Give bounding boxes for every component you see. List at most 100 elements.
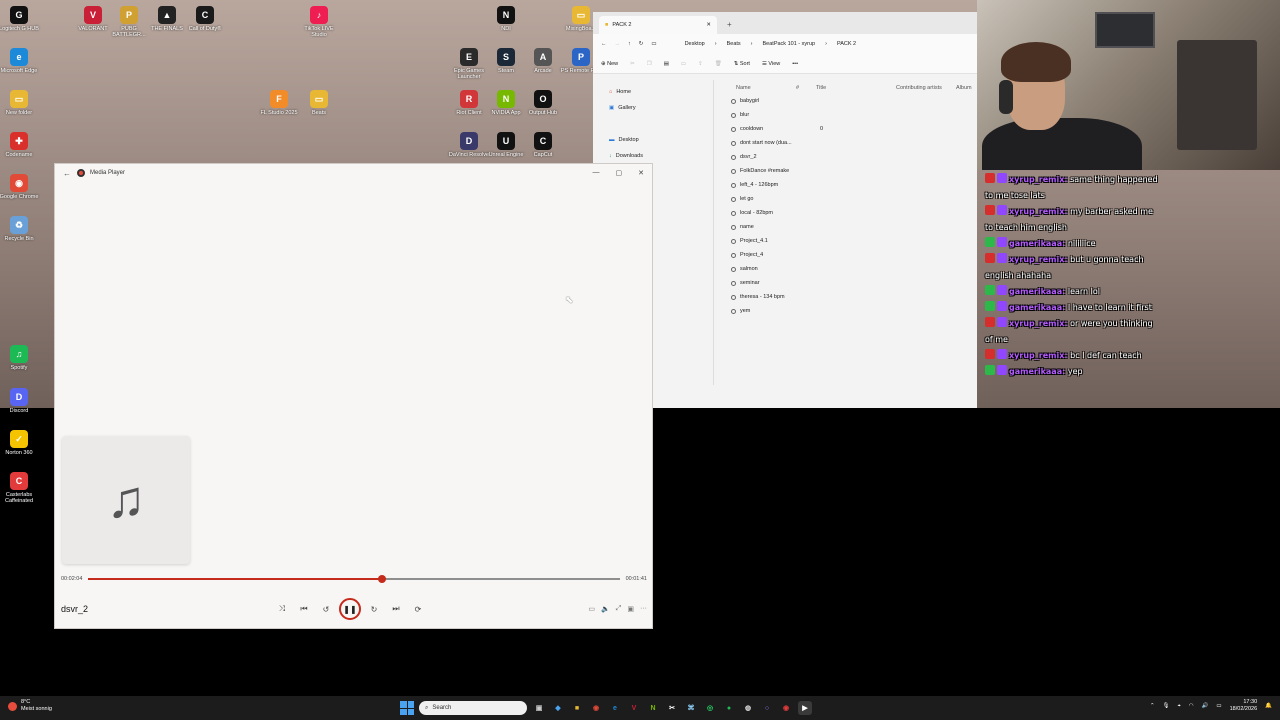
desktop-shortcut[interactable]: ▭ New folder [0,90,40,116]
next-icon[interactable]: ⏭ [385,604,407,614]
file-row[interactable]: seminar [726,276,976,290]
new-tab-button[interactable]: + [727,20,732,29]
file-row[interactable]: Project_4 [726,248,976,262]
share-icon[interactable]: ⇪ [698,61,703,67]
close-tab-icon[interactable]: ✕ [706,22,711,28]
file-row[interactable]: theresa - 134 bpm [726,290,976,304]
shuffle-icon[interactable]: ⤨ [271,604,293,614]
file-row[interactable]: name [726,220,976,234]
breadcrumb-item[interactable]: Beats [727,41,741,47]
desktop-shortcut[interactable]: P PUBG BATTLEGR... [108,6,150,38]
speaker-icon[interactable]: 🔊 [1202,703,1209,710]
paste-icon[interactable]: ▤ [664,61,669,67]
maximize-icon[interactable]: ▢ [616,169,623,177]
file-row[interactable]: local - 82bpm [726,206,976,220]
desktop-shortcut[interactable]: ▭ Beats [298,90,340,116]
nav-item-home[interactable]: ⌂ Home [601,84,711,100]
desktop-shortcut[interactable]: ♪ TikTok LIVE Studio [298,6,340,38]
desktop-shortcut[interactable]: D DaVinci Resolve [448,132,490,158]
copy-icon[interactable]: ❐ [647,61,652,67]
desktop-shortcut[interactable]: ▲ THE FINALS [146,6,188,32]
volume-icon[interactable]: 🔈 [601,605,610,613]
copilot-icon[interactable]: ◆ [551,701,565,715]
breadcrumb-item[interactable]: PACK 2 [837,41,856,47]
minimize-icon[interactable]: — [593,169,600,177]
clock[interactable]: 17:30 18/02/2026 [1230,699,1258,713]
fullscreen-icon[interactable]: ⤢ [616,605,622,613]
rewind-10-icon[interactable]: ↺ [315,605,337,614]
chevron-up-icon[interactable]: ⌃ [1150,703,1155,710]
desktop-shortcut[interactable]: D Discord [0,388,40,414]
desktop-shortcut[interactable]: ♫ Spotify [0,345,40,371]
spotify-icon[interactable]: ● [722,701,736,715]
file-row[interactable]: salmon [726,262,976,276]
close-icon[interactable]: ✕ [638,169,644,177]
column-header-title[interactable]: Title [816,85,896,91]
new-button[interactable]: ⊕ New [601,61,618,67]
rename-icon[interactable]: ▭ [681,61,686,67]
capcut-icon[interactable]: ✂ [665,701,679,715]
desktop-shortcut[interactable]: E Epic Games Launcher [448,48,490,80]
view-button[interactable]: ☰ View [762,61,780,67]
more-options-icon[interactable]: ••• [792,61,798,67]
desktop-shortcut[interactable]: C Call of Duty® [184,6,226,32]
obs-icon[interactable]: ◍ [741,701,755,715]
column-header-artists[interactable]: Contributing artists [896,85,956,91]
file-row[interactable]: yem [726,304,976,318]
file-explorer-icon[interactable]: ■ [570,701,584,715]
task-view-icon[interactable]: ▣ [532,701,546,715]
nav-item-gallery[interactable]: ▣ Gallery [601,100,711,116]
seek-bar-thumb[interactable] [377,575,386,583]
explorer-tab[interactable]: ■ PACK 2 ✕ [599,16,717,34]
nvidia-icon[interactable]: N [646,701,660,715]
delete-icon[interactable]: 🗑 [715,61,722,67]
edge-icon[interactable]: e [608,701,622,715]
desktop-shortcut[interactable]: F FL Studio 2025 [258,90,300,116]
file-row[interactable]: dont start now (dua... [726,136,976,150]
cut-icon[interactable]: ✂ [630,61,635,67]
notification-icon[interactable]: 🔔 [1265,703,1272,710]
miniplayer-icon[interactable]: ▭ [588,605,595,613]
column-header-number[interactable]: # [796,85,816,91]
media-player-taskbar-icon[interactable]: ▶ [798,701,812,715]
desktop-shortcut[interactable]: C Casterlabs Caffeinated [0,472,40,504]
desktop-shortcut[interactable]: A Arcade [522,48,564,74]
up-arrow-icon[interactable]: ↑ [628,41,631,47]
breadcrumb-item[interactable]: BeatPack 101 - xyrup [763,41,816,47]
desktop-shortcut[interactable]: ✓ Norton 360 [0,430,40,456]
desktop-shortcut[interactable]: G Logitech G HUB [0,6,40,32]
cast-icon[interactable]: ▣ [627,605,634,613]
weather-widget[interactable]: 8°C Meist sonnig [8,699,52,713]
more-options-icon[interactable]: ··· [640,605,647,613]
desktop-shortcut[interactable]: N NDI [485,6,527,32]
refresh-icon[interactable]: ↻ [639,41,644,47]
column-header-name[interactable]: Name [726,85,796,91]
sort-button[interactable]: ⇅ Sort [734,61,750,67]
file-row[interactable]: FolkDance #remake [726,164,976,178]
back-arrow-icon[interactable]: ← [63,169,77,178]
forward-arrow-icon[interactable]: → [615,41,621,47]
seek-bar[interactable] [88,575,620,583]
nav-item-desktop[interactable]: ▬ Desktop [601,132,711,148]
desktop-shortcut[interactable]: U Unreal Engine [485,132,527,158]
desktop-shortcut[interactable]: ✚ Codename [0,132,40,158]
battery-icon[interactable]: ▭ [1216,703,1221,710]
search-input[interactable]: ⌕ Search [419,701,527,715]
file-row[interactable]: dsvr_2 [726,150,976,164]
circle-app-icon[interactable]: ○ [760,701,774,715]
forward-30-icon[interactable]: ↻ [363,605,385,614]
nav-item-downloads[interactable]: ↓ Downloads [601,148,711,164]
location-icon[interactable]: ⌖ [1178,703,1181,710]
file-row[interactable]: left_4 - 126bpm [726,178,976,192]
breadcrumb-item[interactable]: Desktop [685,41,705,47]
whatsapp-icon[interactable]: ◎ [703,701,717,715]
network-icon[interactable]: ⌘ [684,701,698,715]
valorant-icon[interactable]: V [627,701,641,715]
start-button[interactable] [400,701,414,715]
back-arrow-icon[interactable]: ← [601,41,607,47]
desktop-shortcut[interactable]: N NVIDIA App [485,90,527,116]
chrome-icon[interactable]: ◉ [589,701,603,715]
previous-icon[interactable]: ⏮ [293,604,315,614]
file-row[interactable]: babygirl [726,94,976,108]
desktop-shortcut[interactable]: ♻ Recycle Bin [0,216,40,242]
